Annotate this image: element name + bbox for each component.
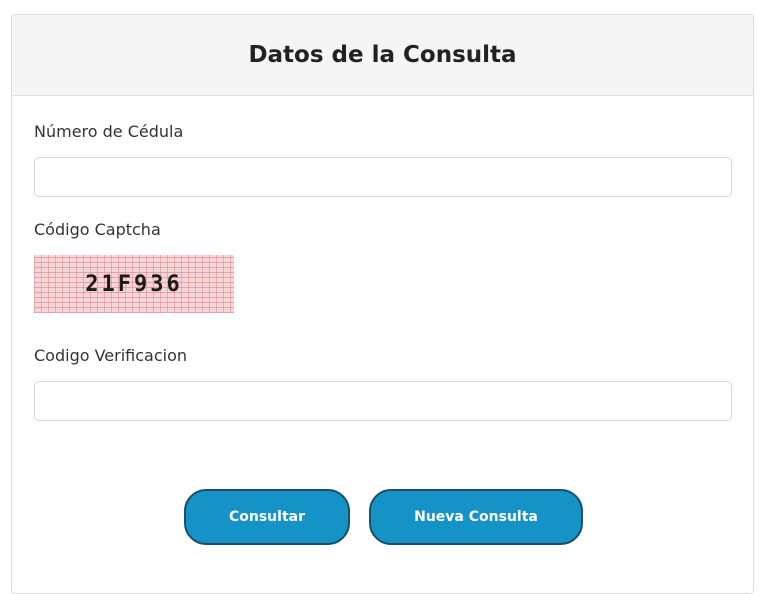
cedula-input[interactable]	[34, 157, 732, 197]
consulta-card: Datos de la Consulta Número de Cédula Có…	[11, 14, 754, 594]
captcha-label: Código Captcha	[34, 220, 161, 239]
cedula-label: Número de Cédula	[34, 122, 184, 141]
nueva-consulta-button[interactable]: Nueva Consulta	[369, 489, 583, 545]
card-header: Datos de la Consulta	[12, 15, 753, 96]
captcha-code: 21F936	[85, 271, 183, 297]
captcha-image: 21F936	[34, 255, 234, 313]
consultar-button[interactable]: Consultar	[184, 489, 350, 545]
page-title: Datos de la Consulta	[248, 42, 517, 68]
verificacion-label: Codigo Verificacion	[34, 346, 188, 365]
verificacion-input[interactable]	[34, 381, 732, 421]
